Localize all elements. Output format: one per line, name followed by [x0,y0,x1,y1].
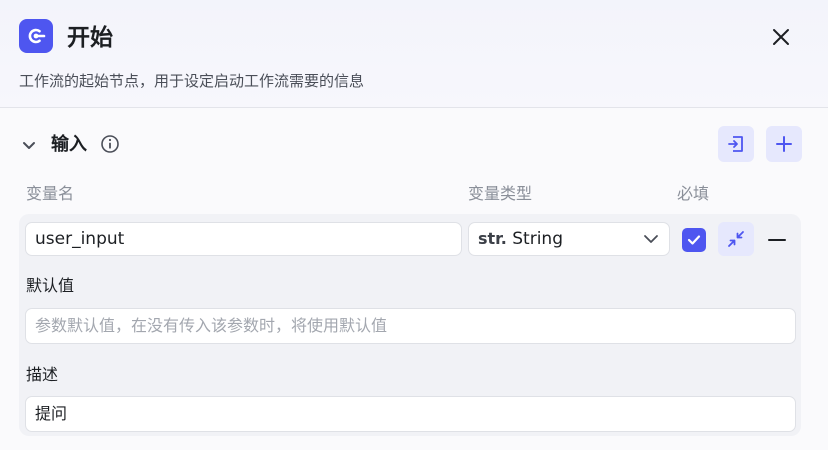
variable-type-select[interactable]: str. String [468,222,670,256]
column-header-type: 变量类型 [468,184,533,203]
remove-variable-button[interactable] [767,232,787,248]
info-icon[interactable] [100,134,120,154]
node-content: 输入 变量名 变量类型 必填 user_input str. String 默认… [0,108,828,450]
start-node-icon [19,19,53,53]
type-prefix: str. [478,229,507,248]
description-input[interactable]: 提问 [25,396,796,432]
section-title-input: 输入 [51,134,87,155]
collapse-toggle[interactable] [19,136,39,156]
description-label: 描述 [26,365,59,384]
chevron-down-icon [23,142,35,149]
import-button[interactable] [718,126,754,162]
plus-icon [776,136,792,152]
node-description: 工作流的起始节点，用于设定启动工作流需要的信息 [19,72,365,90]
required-checkbox[interactable] [682,228,706,252]
minimize-arrows-icon [728,231,744,247]
type-value: String [512,229,563,249]
close-icon [773,29,789,45]
chevron-down-icon [644,235,658,243]
default-value-label: 默认值 [26,276,75,295]
minus-icon [768,239,786,241]
column-header-name: 变量名 [26,184,75,203]
variable-card: user_input str. String 默认值 参数默认值，在没有传入该参… [19,214,801,436]
import-icon [728,136,743,152]
close-button[interactable] [764,22,798,52]
add-variable-button[interactable] [766,126,802,162]
node-header: 开始 工作流的起始节点，用于设定启动工作流需要的信息 [0,0,828,108]
check-icon [687,235,701,245]
node-title: 开始 [67,25,113,51]
default-value-input[interactable]: 参数默认值，在没有传入该参数时，将使用默认值 [25,308,796,344]
collapse-variable-button[interactable] [718,222,754,256]
variable-name-input[interactable]: user_input [25,222,462,256]
column-header-required: 必填 [677,184,710,203]
